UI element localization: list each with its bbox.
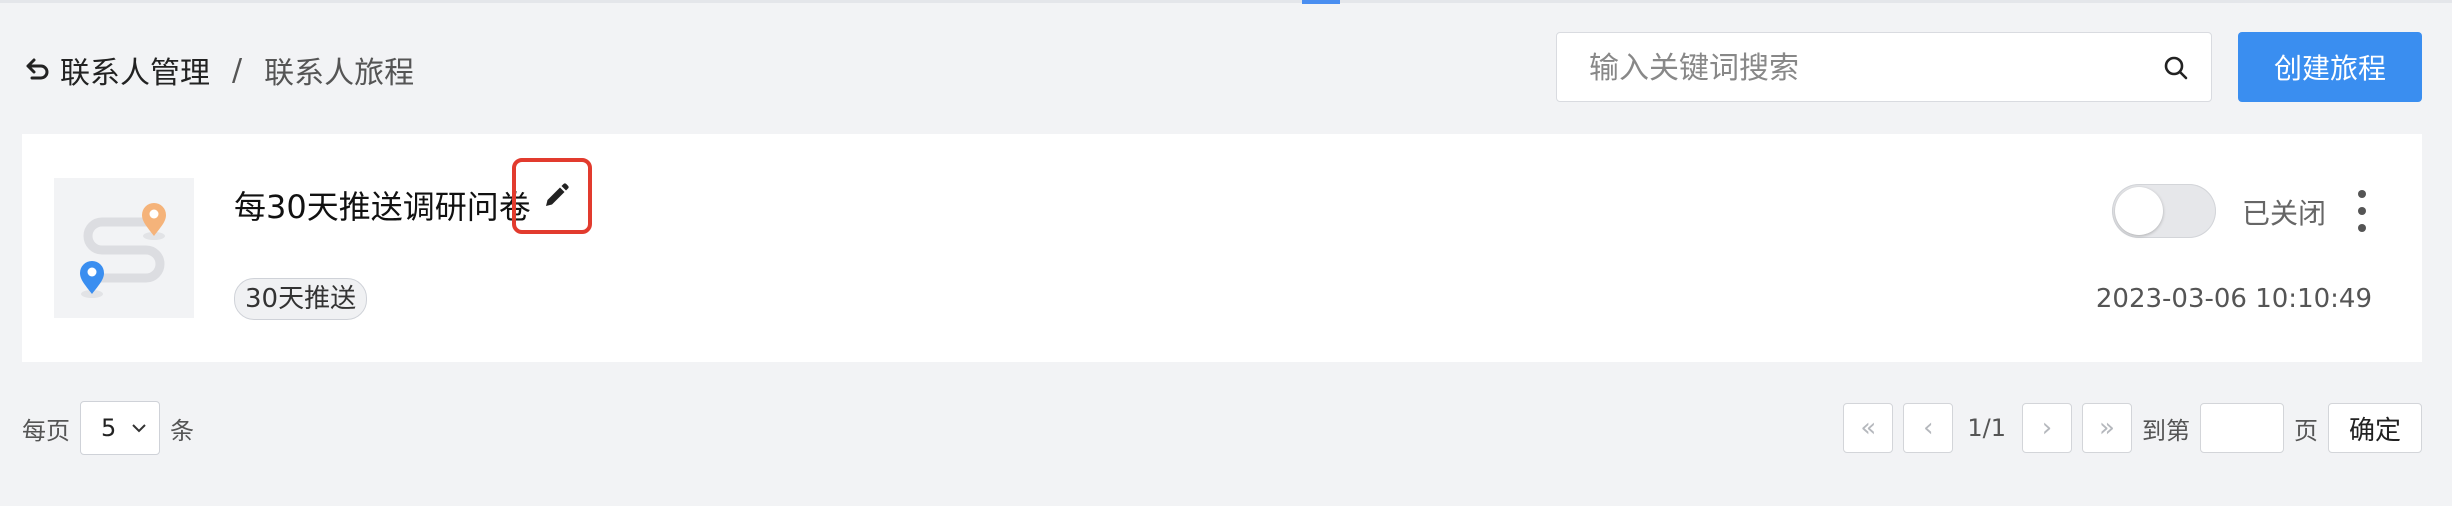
journey-tag: 30天推送 [234, 278, 368, 320]
last-page-button[interactable]: » [2082, 403, 2132, 453]
top-scroll-indicator [1302, 0, 1340, 4]
page-size-select[interactable]: 5 [80, 401, 160, 455]
journey-enable-toggle[interactable] [2112, 184, 2216, 238]
journey-title[interactable]: 每30天推送调研问卷 [234, 182, 531, 228]
search-box [1556, 32, 2212, 103]
top-rule [0, 0, 2452, 3]
goto-suffix: 页 [2294, 416, 2318, 445]
search-icon[interactable] [2163, 55, 2189, 81]
breadcrumb-current: 联系人旅程 [264, 56, 415, 91]
page-indicator: 1/1 [1967, 414, 2006, 442]
prev-page-button[interactable]: ‹ [1903, 403, 1954, 453]
breadcrumb: 联系人管理 / 联系人旅程 [22, 48, 415, 92]
first-page-button[interactable]: « [1843, 403, 1894, 453]
breadcrumb-separator: / [232, 52, 243, 88]
journey-timestamp: 2023-03-06 10:10:49 [2095, 284, 2372, 314]
goto-page-input[interactable] [2200, 403, 2284, 453]
journey-thumbnail [54, 178, 194, 318]
goto-confirm-button[interactable]: 确定 [2328, 403, 2422, 453]
per-page-prefix: 每页 [22, 416, 70, 445]
journey-card[interactable]: 每30天推送调研问卷 30天推送 已关闭 2023-03-06 10:10:49 [22, 134, 2422, 362]
next-page-button[interactable]: › [2022, 403, 2072, 453]
pencil-icon[interactable] [542, 182, 570, 210]
return-arrow-icon[interactable] [22, 55, 52, 85]
search-input[interactable] [1587, 33, 2151, 103]
pagination: « ‹ 1/1 › » 到第 页 确定 [1843, 400, 2422, 456]
route-map-icon [80, 203, 166, 298]
page-size-control: 每页 5 条 [22, 400, 194, 456]
edit-title-highlight[interactable] [512, 158, 592, 234]
vertical-dots-icon[interactable] [2354, 188, 2370, 234]
page-size-value: 5 [101, 414, 117, 442]
goto-prefix: 到第 [2142, 416, 2190, 445]
toggle-knob [2115, 187, 2163, 235]
per-page-suffix: 条 [170, 416, 194, 445]
journey-status: 已关闭 [2242, 197, 2327, 230]
breadcrumb-parent-link[interactable]: 联系人管理 [60, 48, 210, 92]
chevron-down-icon [132, 424, 146, 433]
create-journey-button[interactable]: 创建旅程 [2238, 32, 2422, 102]
page-header: 联系人管理 / 联系人旅程 创建旅程 [22, 30, 2422, 104]
